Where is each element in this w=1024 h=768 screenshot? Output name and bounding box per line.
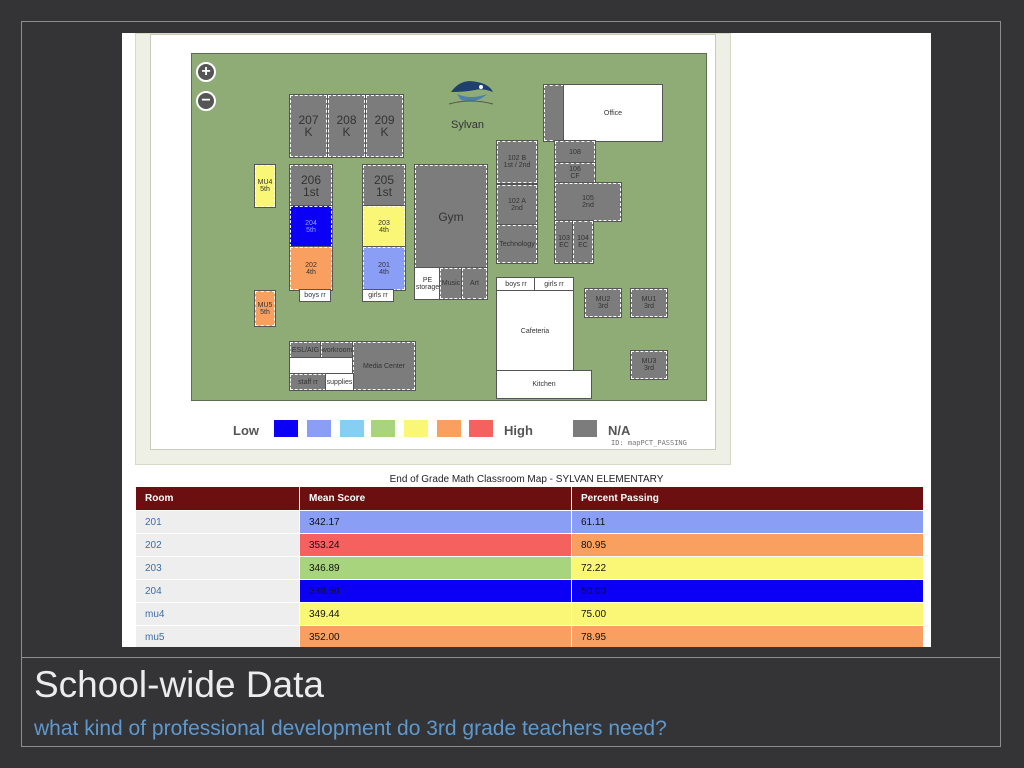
- table-row: mu4 349.44 75.00: [135, 602, 924, 626]
- table-row: 203 346.89 72.22: [135, 556, 924, 580]
- table-row: mu5 352.00 78.95: [135, 625, 924, 647]
- room-mu3[interactable]: MU3 3rd: [630, 350, 668, 380]
- mean-score-cell: 338.50: [299, 579, 572, 603]
- percent-passing-cell: 75.00: [571, 602, 924, 626]
- school-logo: [447, 74, 495, 108]
- mean-score-cell: 342.17: [299, 510, 572, 534]
- workroom[interactable]: workroom: [320, 341, 354, 359]
- room-score-table: Room Mean Score Percent Passing 201 342.1…: [135, 486, 924, 647]
- school-name-label: Sylvan: [451, 119, 485, 131]
- slide-divider: [21, 657, 1001, 658]
- legend-swatch-2: [307, 420, 331, 437]
- map-container: 207 K 208 K 209 K 206 1st 205 1st MU4 5t…: [135, 33, 731, 465]
- supplies-room[interactable]: supplies: [325, 373, 354, 391]
- room-mu2[interactable]: MU2 3rd: [584, 288, 622, 318]
- zoom-out-button[interactable]: −: [196, 91, 216, 111]
- art-room[interactable]: Art: [461, 267, 488, 300]
- room-204[interactable]: 204 5th: [289, 205, 333, 248]
- table-body: 201 342.17 61.11 202 353.24 80.95 203 346.89 72.…: [135, 510, 924, 647]
- map-viewport[interactable]: 207 K 208 K 209 K 206 1st 205 1st MU4 5t…: [150, 34, 716, 450]
- room-205[interactable]: 205 1st: [362, 164, 406, 207]
- room-number-cell[interactable]: 204: [135, 579, 300, 603]
- legend-swatch-3: [340, 420, 364, 437]
- room-number-cell[interactable]: mu4: [135, 602, 300, 626]
- mean-score-cell: 353.24: [299, 533, 572, 557]
- legend-na-label: N/A: [608, 423, 631, 438]
- room-mu4[interactable]: MU4 5th: [254, 164, 276, 208]
- legend-low-label: Low: [233, 423, 259, 438]
- table-caption: End of Grade Math Classroom Map - SYLVAN…: [389, 474, 664, 485]
- percent-passing-cell: 78.95: [571, 625, 924, 647]
- room-209[interactable]: 209 K: [365, 94, 404, 158]
- content-panel: 207 K 208 K 209 K 206 1st 205 1st MU4 5t…: [122, 33, 931, 647]
- room-106[interactable]: 106 CF: [554, 162, 596, 184]
- girls-restroom-left[interactable]: girls rr: [362, 289, 394, 302]
- room-mu5[interactable]: MU5 5th: [254, 290, 276, 327]
- room-number-cell[interactable]: mu5: [135, 625, 300, 647]
- staff-restroom[interactable]: staff rr: [289, 373, 327, 391]
- legend-swatch-5: [404, 420, 428, 437]
- room-201[interactable]: 201 4th: [362, 246, 406, 291]
- legend-swatch-7: [469, 420, 493, 437]
- percent-passing-cell: 72.22: [571, 556, 924, 580]
- room-105[interactable]: 105 2nd: [554, 182, 622, 222]
- room-number-cell[interactable]: 202: [135, 533, 300, 557]
- pe-storage[interactable]: PE storage: [414, 267, 441, 300]
- hallway: [289, 357, 354, 375]
- percent-passing-cell: 61.11: [571, 510, 924, 534]
- table-row: 201 342.17 61.11: [135, 510, 924, 534]
- map-id-label: ID: mapPCT_PASSING: [611, 439, 687, 447]
- legend-swatch-6: [437, 420, 461, 437]
- map-legend: Low High N/A ID: mapPCT_PASSING: [151, 418, 717, 448]
- technology-room[interactable]: Technology: [496, 224, 538, 264]
- table-row: 204 338.50 50.00: [135, 579, 924, 603]
- room-203[interactable]: 203 4th: [362, 205, 406, 248]
- table-row: 202 353.24 80.95: [135, 533, 924, 557]
- gym[interactable]: Gym: [414, 164, 488, 269]
- boys-restroom-left[interactable]: boys rr: [299, 289, 331, 302]
- office[interactable]: Office: [563, 84, 663, 142]
- room-number-cell[interactable]: 203: [135, 556, 300, 580]
- girls-restroom-right[interactable]: girls rr: [534, 277, 574, 292]
- legend-high-label: High: [504, 423, 533, 438]
- room-108[interactable]: 108: [554, 140, 596, 164]
- zoom-in-button[interactable]: +: [196, 62, 216, 82]
- esl-aig-room[interactable]: ESL/AIG: [289, 341, 322, 359]
- music-room[interactable]: Music: [439, 267, 463, 300]
- boys-restroom-right[interactable]: boys rr: [496, 277, 536, 292]
- table-header-row: Room Mean Score Percent Passing: [135, 486, 924, 511]
- kitchen[interactable]: Kitchen: [496, 370, 592, 399]
- mean-score-cell: 346.89: [299, 556, 572, 580]
- column-header-room[interactable]: Room: [135, 486, 300, 511]
- column-header-mean-score[interactable]: Mean Score: [299, 486, 572, 511]
- legend-swatch-4: [371, 420, 395, 437]
- room-103[interactable]: 103 EC: [554, 220, 574, 264]
- cafeteria[interactable]: Cafeteria: [496, 290, 574, 372]
- mean-score-cell: 352.00: [299, 625, 572, 647]
- slide-title: School-wide Data: [34, 664, 324, 705]
- room-104[interactable]: 104 EC: [572, 220, 594, 264]
- slide-subtitle: what kind of professional development do…: [34, 717, 667, 740]
- legend-swatch-na: [573, 420, 597, 437]
- room-mu1[interactable]: MU1 3rd: [630, 288, 668, 318]
- school-floor-plan: 207 K 208 K 209 K 206 1st 205 1st MU4 5t…: [191, 53, 707, 401]
- room-number-cell[interactable]: 201: [135, 510, 300, 534]
- room-207[interactable]: 207 K: [289, 94, 328, 158]
- percent-passing-cell: 50.00: [571, 579, 924, 603]
- media-center[interactable]: Media Center: [352, 341, 416, 391]
- room-208[interactable]: 208 K: [327, 94, 366, 158]
- room-102a[interactable]: 102 A 2nd: [496, 184, 538, 226]
- mean-score-cell: 349.44: [299, 602, 572, 626]
- legend-swatch-1: [274, 420, 298, 437]
- room-202[interactable]: 202 4th: [289, 246, 333, 291]
- column-header-percent-passing[interactable]: Percent Passing: [571, 486, 924, 511]
- room-102b[interactable]: 102 B 1st / 2nd: [496, 140, 538, 184]
- percent-passing-cell: 80.95: [571, 533, 924, 557]
- office-side-rooms[interactable]: [543, 84, 565, 142]
- room-206[interactable]: 206 1st: [289, 164, 333, 207]
